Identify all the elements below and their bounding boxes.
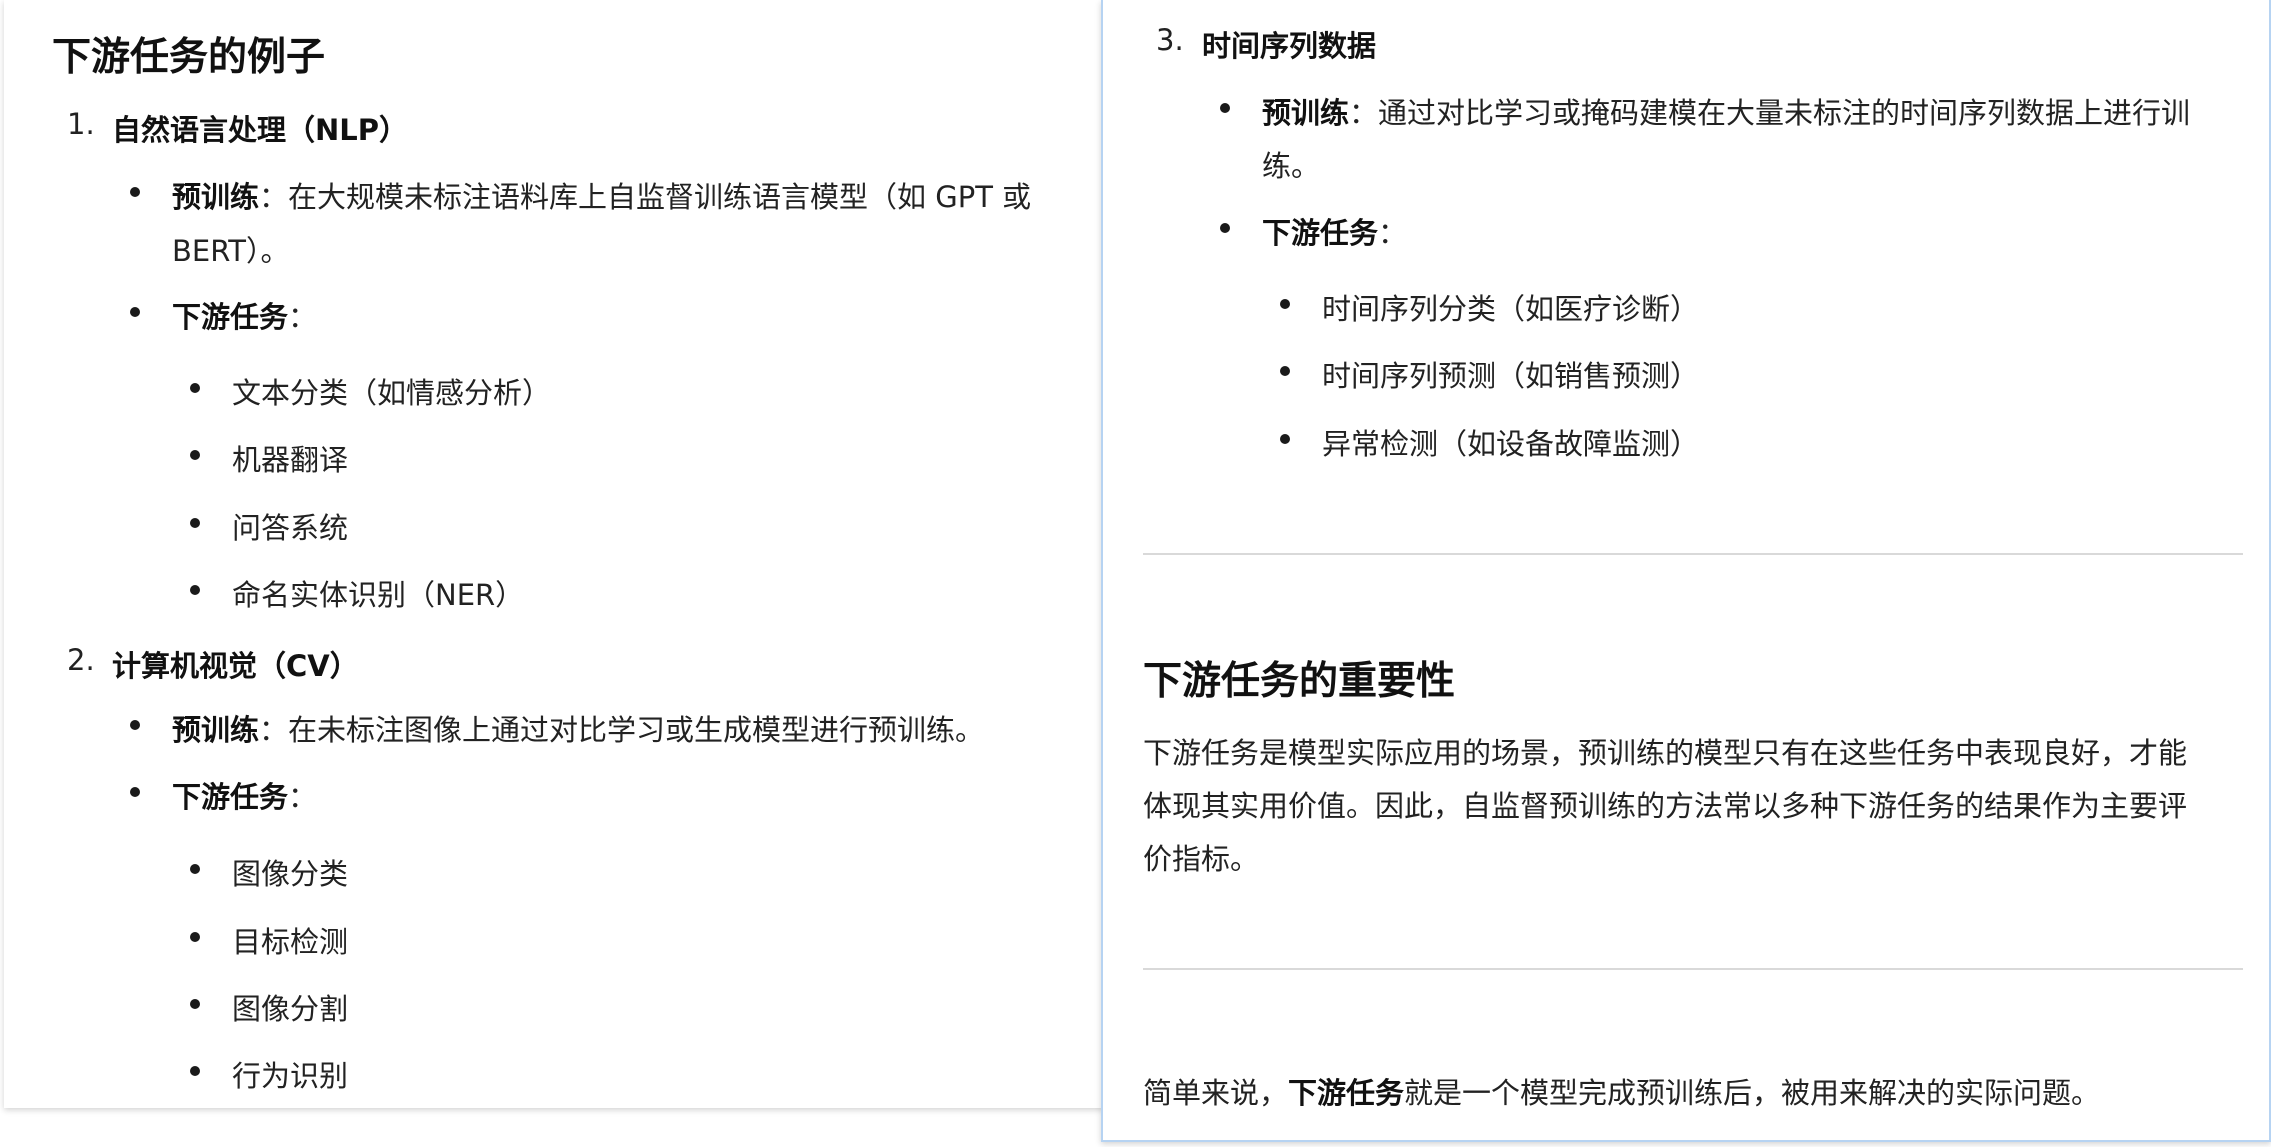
downstream-colon: ： <box>288 300 318 334</box>
list-item: 目标检测 <box>232 925 349 959</box>
pretrain-line: 预训练：在大规模未标注语料库上自监督训练语言模型（如 GPT 或 <box>172 174 1031 216</box>
bullet-icon <box>1280 299 1290 309</box>
pretrain-label: 预训练 <box>172 713 260 747</box>
section-number: 1. <box>67 107 95 141</box>
list-item: 问答系统 <box>232 511 349 545</box>
section-title: 时间序列数据 <box>1202 29 1377 63</box>
downstream-colon: ： <box>288 780 318 814</box>
section-title: 计算机视觉（CV） <box>112 649 359 683</box>
pretrain-text-cont: BERT）。 <box>172 234 290 268</box>
pretrain-text: 在大规模未标注语料库上自监督训练语言模型（如 GPT 或 <box>288 180 1032 214</box>
importance-paragraph-line: 下游任务是模型实际应用的场景，预训练的模型只有在这些任务中表现良好，才能 <box>1143 736 2188 770</box>
bullet-icon <box>130 787 140 797</box>
bullet-icon <box>130 720 140 730</box>
bullet-icon <box>190 864 200 874</box>
right-panel: 3. 时间序列数据 预训练：通过对比学习或掩码建模在大量未标注的时间序列数据上进… <box>1101 0 2271 1142</box>
bullet-icon <box>1220 103 1230 113</box>
bullet-icon <box>190 450 200 460</box>
downstream-label: 下游任务 <box>1262 216 1379 250</box>
bullet-icon <box>190 383 200 393</box>
importance-heading: 下游任务的重要性 <box>1143 659 1456 704</box>
left-panel: 下游任务的例子 1. 自然语言处理（NLP） 预训练：在大规模未标注语料库上自监… <box>4 0 1104 1108</box>
pretrain-line: 预训练：通过对比学习或掩码建模在大量未标注的时间序列数据上进行训 <box>1262 90 2190 132</box>
bullet-icon <box>190 518 200 528</box>
bullet-icon <box>190 1066 200 1076</box>
summary-paragraph: 简单来说，下游任务就是一个模型完成预训练后，被用来解决的实际问题。 <box>1143 1070 2100 1112</box>
pretrain-text: 通过对比学习或掩码建模在大量未标注的时间序列数据上进行训 <box>1378 96 2191 130</box>
summary-prefix: 简单来说， <box>1143 1076 1289 1110</box>
importance-paragraph-line: 体现其实用价值。因此，自监督预训练的方法常以多种下游任务的结果作为主要评 <box>1143 789 2188 823</box>
bullet-icon <box>1280 434 1290 444</box>
pretrain-colon: ： <box>259 713 289 747</box>
bullet-icon <box>130 307 140 317</box>
bullet-icon <box>190 932 200 942</box>
list-item: 异常检测（如设备故障监测） <box>1322 427 1700 461</box>
page: 下游任务的例子 1. 自然语言处理（NLP） 预训练：在大规模未标注语料库上自监… <box>0 0 2271 1147</box>
bullet-icon <box>130 187 140 197</box>
page-heading: 下游任务的例子 <box>52 35 326 80</box>
list-item: 时间序列预测（如销售预测） <box>1322 359 1700 393</box>
list-item: 图像分类 <box>232 857 349 891</box>
pretrain-line: 预训练：在未标注图像上通过对比学习或生成模型进行预训练。 <box>172 707 984 749</box>
pretrain-text-cont: 练。 <box>1262 149 1321 183</box>
downstream-line: 下游任务： <box>1262 210 1407 252</box>
pretrain-colon: ： <box>1349 96 1379 130</box>
section-number: 3. <box>1156 23 1184 57</box>
list-item: 命名实体识别（NER） <box>232 578 525 612</box>
divider <box>1143 553 2243 555</box>
summary-emphasis: 下游任务 <box>1288 1076 1405 1110</box>
importance-paragraph-line: 价指标。 <box>1143 842 1260 876</box>
divider <box>1143 968 2243 970</box>
list-item: 行为识别 <box>232 1059 349 1093</box>
downstream-line: 下游任务： <box>172 774 317 816</box>
list-item: 时间序列分类（如医疗诊断） <box>1322 292 1700 326</box>
list-item: 机器翻译 <box>232 443 349 477</box>
downstream-line: 下游任务： <box>172 294 317 336</box>
list-item: 图像分割 <box>232 992 349 1026</box>
bullet-icon <box>190 999 200 1009</box>
bullet-icon <box>190 585 200 595</box>
list-item: 文本分类（如情感分析） <box>232 376 552 410</box>
downstream-colon: ： <box>1378 216 1408 250</box>
pretrain-label: 预训练 <box>1262 96 1350 130</box>
bullet-icon <box>1280 366 1290 376</box>
section-title: 自然语言处理（NLP） <box>112 113 409 147</box>
bullet-icon <box>1220 223 1230 233</box>
pretrain-colon: ： <box>259 180 289 214</box>
downstream-label: 下游任务 <box>172 300 289 334</box>
section-number: 2. <box>67 643 95 677</box>
pretrain-label: 预训练 <box>172 180 260 214</box>
pretrain-text: 在未标注图像上通过对比学习或生成模型进行预训练。 <box>288 713 985 747</box>
summary-suffix: 就是一个模型完成预训练后，被用来解决的实际问题。 <box>1404 1076 2101 1110</box>
downstream-label: 下游任务 <box>172 780 289 814</box>
